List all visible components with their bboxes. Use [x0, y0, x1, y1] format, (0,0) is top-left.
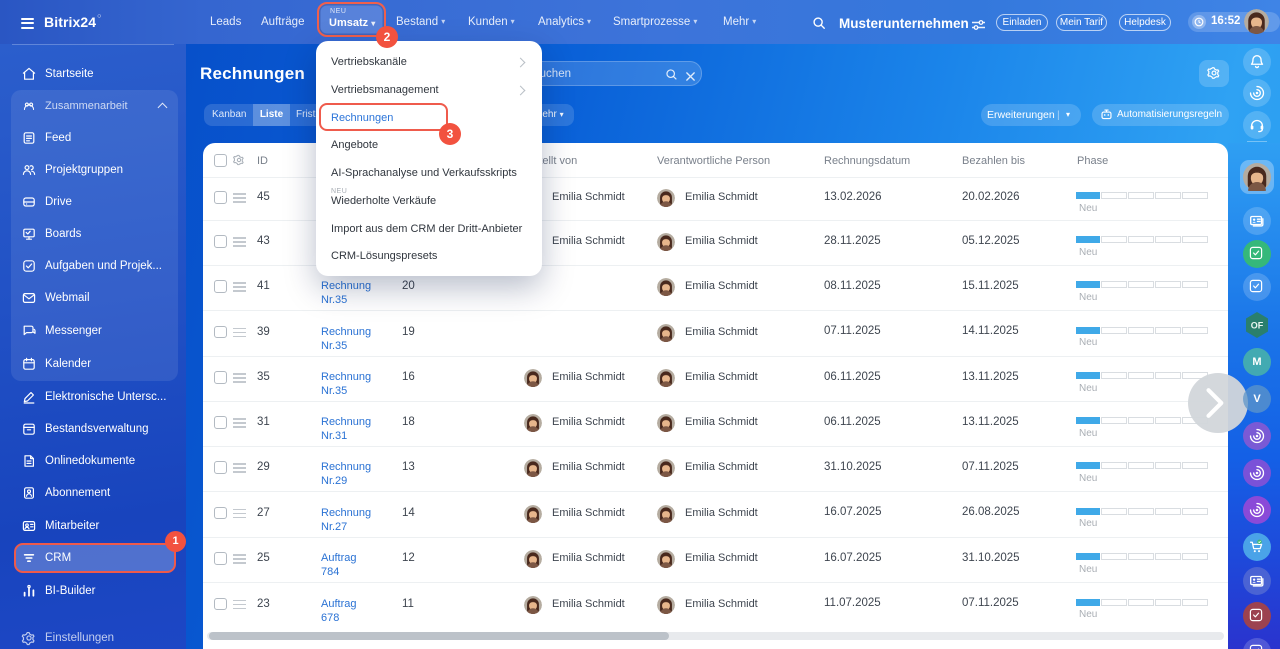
svg-text:OF: OF	[1251, 321, 1264, 331]
